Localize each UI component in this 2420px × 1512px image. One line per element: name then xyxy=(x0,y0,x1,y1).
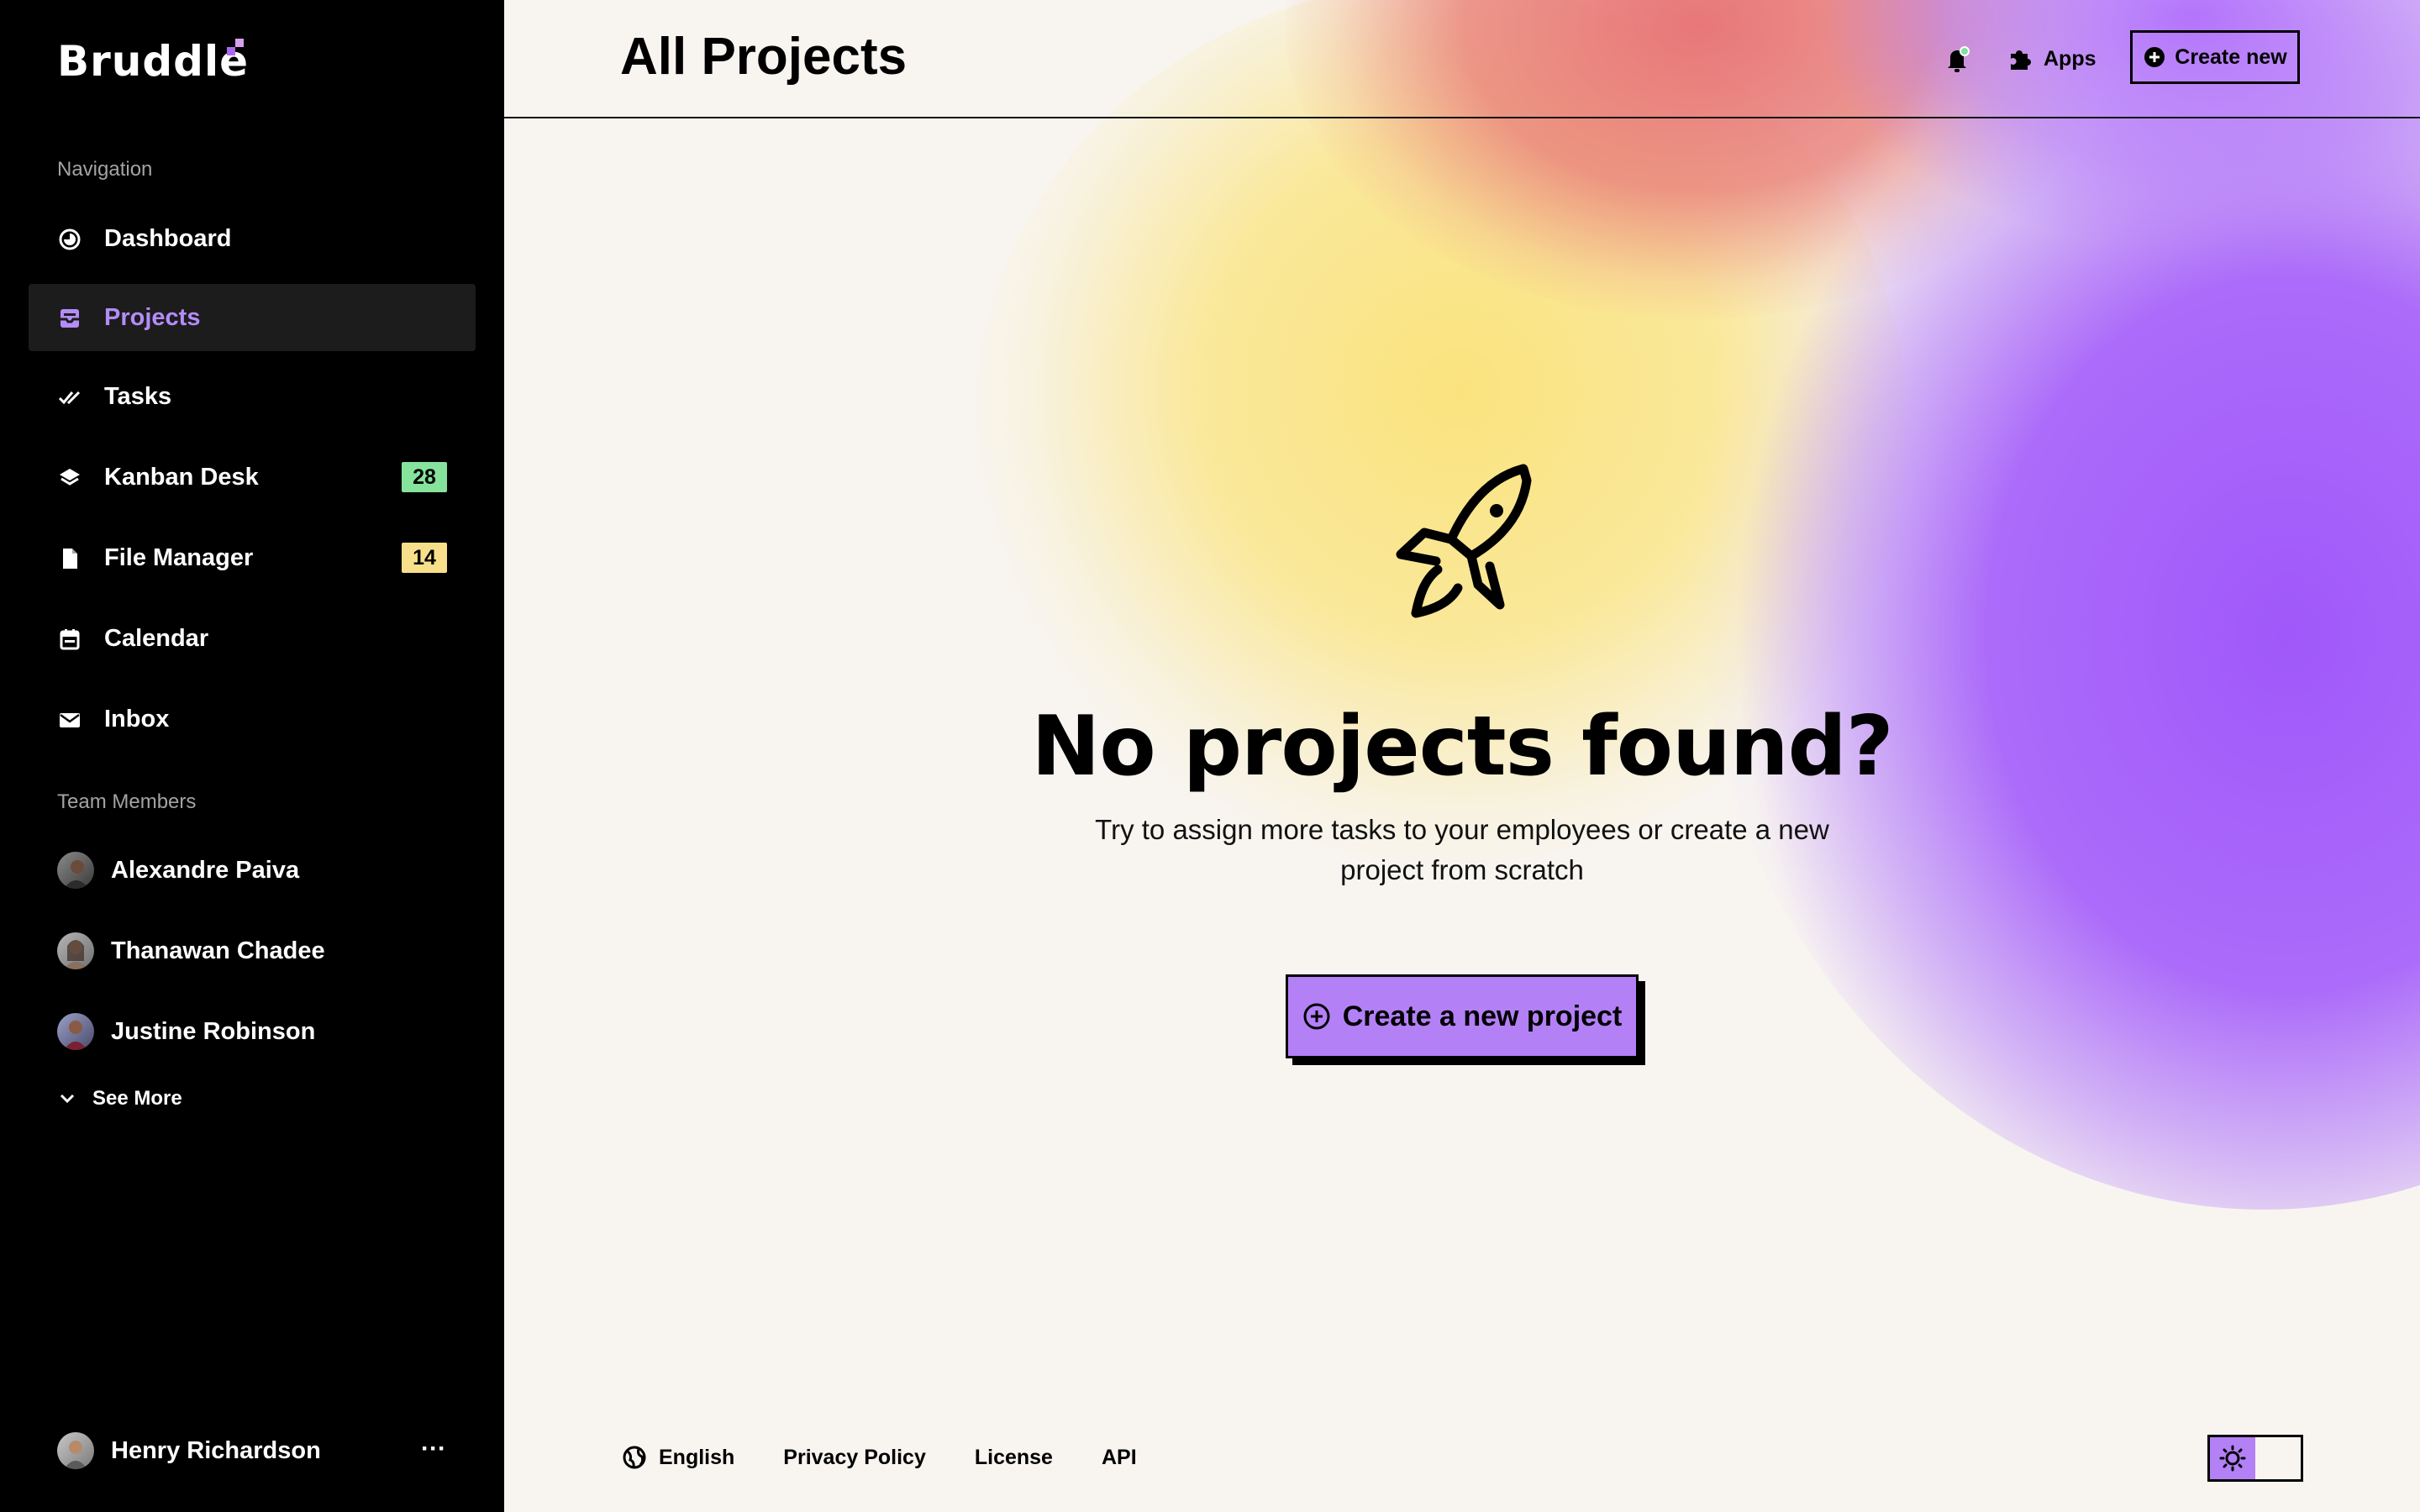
avatar xyxy=(57,1013,94,1050)
sidebar-item-label: Tasks xyxy=(104,382,172,410)
sidebar-item-label: File Manager xyxy=(104,543,254,571)
notification-bell-icon[interactable] xyxy=(1943,44,1971,74)
sidebar-item-dashboard[interactable]: Dashboard xyxy=(29,205,476,272)
sidebar: Bruddle Navigation Dashboard Projects Ta… xyxy=(0,0,504,1512)
avatar xyxy=(57,1432,94,1469)
puzzle-icon xyxy=(2011,50,2031,70)
avatar xyxy=(57,932,94,969)
license-link[interactable]: License xyxy=(975,1446,1053,1470)
team-member-justine-robinson[interactable]: Justine Robinson xyxy=(57,1006,315,1057)
sidebar-item-kanban-desk[interactable]: Kanban Desk 28 xyxy=(29,444,476,511)
empty-state-description: Try to assign more tasks to your employe… xyxy=(1084,810,1840,890)
sidebar-item-label: Projects xyxy=(104,303,201,331)
plus-circle-icon xyxy=(2144,47,2165,67)
double-check-icon xyxy=(58,391,81,405)
sidebar-item-projects[interactable]: Projects xyxy=(29,284,476,351)
current-user-name: Henry Richardson xyxy=(111,1436,321,1464)
sidebar-item-inbox[interactable]: Inbox xyxy=(29,685,476,753)
member-name: Thanawan Chadee xyxy=(111,937,325,964)
app-logo[interactable]: Bruddle xyxy=(57,37,249,86)
sidebar-item-tasks[interactable]: Tasks xyxy=(29,363,476,430)
chevron-down-icon xyxy=(60,1094,75,1104)
empty-state-title: No projects found? xyxy=(1031,699,1893,795)
member-name: Justine Robinson xyxy=(111,1017,316,1045)
create-new-button[interactable]: Create new xyxy=(2130,30,2300,84)
light-mode-option[interactable] xyxy=(2210,1437,2255,1479)
page-title: All Projects xyxy=(620,28,908,86)
team-members-label: Team Members xyxy=(57,790,197,813)
calendar-icon xyxy=(60,629,80,650)
dark-mode-option[interactable] xyxy=(2255,1437,2301,1479)
apps-label: Apps xyxy=(2044,46,2096,71)
footer: English Privacy Policy License API xyxy=(622,1436,1186,1478)
member-name: Alexandre Paiva xyxy=(111,856,300,884)
see-more-label: See More xyxy=(92,1087,182,1110)
plus-circle-icon xyxy=(1303,1003,1330,1030)
language-label: English xyxy=(659,1445,735,1469)
privacy-policy-link[interactable]: Privacy Policy xyxy=(783,1446,926,1470)
sidebar-item-file-manager[interactable]: File Manager 14 xyxy=(29,524,476,591)
sidebar-item-calendar[interactable]: Calendar xyxy=(29,605,476,672)
sun-icon xyxy=(2219,1445,2246,1472)
inbox-tray-icon xyxy=(60,309,79,328)
mail-icon xyxy=(60,713,80,727)
header-divider xyxy=(504,117,2420,118)
empty-state-line: project from scratch xyxy=(1340,854,1584,885)
theme-toggle[interactable] xyxy=(2207,1435,2303,1482)
team-member-alexandre-paiva[interactable]: Alexandre Paiva xyxy=(57,845,299,895)
logo-mark-icon xyxy=(227,39,247,59)
team-member-thanawan-chadee[interactable]: Thanawan Chadee xyxy=(57,926,325,976)
sidebar-item-label: Calendar xyxy=(104,624,209,652)
count-badge: 28 xyxy=(402,462,447,492)
more-options-icon[interactable]: ··· xyxy=(420,1436,447,1474)
rocket-icon xyxy=(1396,464,1532,618)
dashboard-icon xyxy=(59,228,81,250)
empty-state-line: Try to assign more tasks to your employe… xyxy=(1095,814,1829,845)
apps-button[interactable]: Apps xyxy=(2007,42,2096,76)
create-new-project-button[interactable]: Create a new project xyxy=(1286,974,1639,1058)
navigation-label: Navigation xyxy=(57,158,153,181)
cta-label: Create a new project xyxy=(1342,1000,1623,1032)
avatar xyxy=(57,852,94,889)
main-content: All Projects Apps Create new No projects… xyxy=(504,0,2420,1512)
count-badge: 14 xyxy=(402,543,447,573)
sidebar-item-label: Inbox xyxy=(104,705,170,732)
globe-icon xyxy=(623,1446,646,1469)
layers-icon xyxy=(60,469,80,486)
sidebar-item-label: Dashboard xyxy=(104,224,232,252)
file-icon xyxy=(63,549,77,569)
sidebar-item-label: Kanban Desk xyxy=(104,463,259,491)
see-more-button[interactable]: See More xyxy=(57,1087,182,1110)
language-selector[interactable]: English xyxy=(622,1445,734,1470)
api-link[interactable]: API xyxy=(1102,1446,1137,1470)
current-user[interactable]: Henry Richardson xyxy=(57,1432,321,1469)
moon-icon xyxy=(2276,1449,2286,1467)
create-new-label: Create new xyxy=(2175,45,2287,69)
